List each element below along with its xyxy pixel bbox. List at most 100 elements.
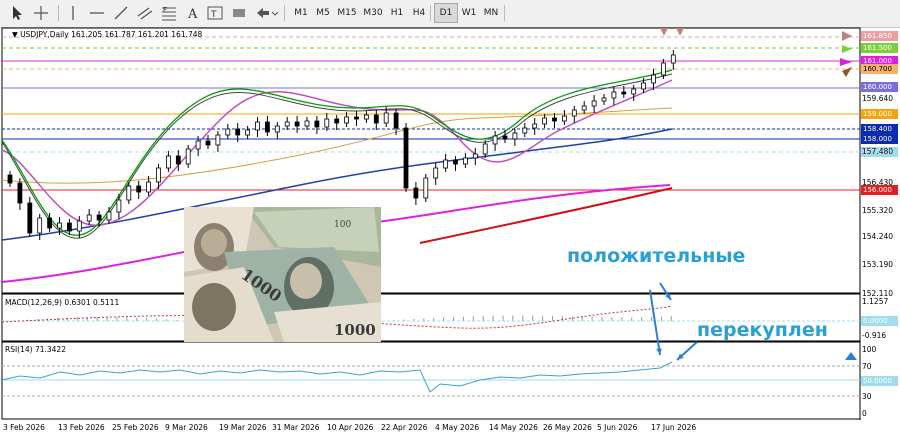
macd-zero-label: 0.0000 <box>861 316 898 326</box>
candle-body <box>423 177 429 199</box>
chart-toolbar: F A T M1 M5 M15 M30 H1 H4 D1 W1 MN <box>0 0 900 28</box>
candle-body <box>57 222 62 229</box>
candle-body <box>334 118 340 124</box>
date-tick: 10 Apr 2026 <box>327 423 374 432</box>
candle-body <box>116 199 122 213</box>
text-label-icon[interactable]: T <box>206 4 224 22</box>
candle-body <box>175 155 181 165</box>
candle-body <box>433 167 439 179</box>
annotation-arrow <box>649 289 661 356</box>
candle-body <box>601 97 607 102</box>
candle-body <box>156 167 161 183</box>
date-tick: 26 May 2026 <box>543 423 592 432</box>
rsi-axis-70: 70 <box>862 362 872 371</box>
trendline-icon[interactable] <box>112 4 130 22</box>
rsi-axis-30: 30 <box>862 392 872 401</box>
date-tick: 25 Feb 2026 <box>112 423 159 432</box>
date-tick: 9 Mar 2026 <box>165 423 208 432</box>
timeframe-h4[interactable]: H4 <box>408 3 430 23</box>
candle-body <box>304 120 310 127</box>
date-tick: 4 May 2026 <box>435 423 480 432</box>
cursor-icon[interactable] <box>8 4 26 22</box>
candle-body <box>7 174 13 184</box>
candle-body <box>383 112 389 124</box>
candle-body <box>86 214 92 222</box>
timeframe-m15[interactable]: M15 <box>334 3 360 23</box>
candle-body <box>522 127 528 134</box>
candle-body <box>225 128 231 136</box>
candle-body <box>651 74 656 84</box>
candle-body <box>284 121 290 127</box>
horizontal-line-icon[interactable] <box>88 4 106 22</box>
macd-axis-bottom: -0.916 <box>862 331 887 340</box>
candle-body <box>571 109 577 117</box>
candle-body <box>661 62 666 76</box>
candle-body <box>492 135 498 145</box>
candle-body <box>274 125 280 133</box>
candle-body <box>413 187 419 199</box>
date-tick: 31 Mar 2026 <box>272 423 320 432</box>
timeframe-m5[interactable]: M5 <box>312 3 334 23</box>
timeframe-m1[interactable]: M1 <box>290 3 312 23</box>
text-icon[interactable]: A <box>184 4 202 22</box>
pointer-arrow-icon <box>676 28 684 36</box>
date-tick: 19 Mar 2026 <box>219 423 267 432</box>
date-tick: 14 May 2026 <box>489 423 538 432</box>
candle-body <box>403 127 409 189</box>
price-chart[interactable] <box>0 27 900 439</box>
moving-average-line <box>1 79 673 226</box>
macd-label: MACD(12,26,9) 0.6301 0.5111 <box>5 298 120 307</box>
chart-header: ▼ USDJPY,Daily 161.205 161.787 161.201 1… <box>12 30 203 39</box>
banknotes-photo: 1000 1000 100 <box>184 207 381 342</box>
candle-body <box>47 217 52 229</box>
pointer-arrow-icon <box>842 31 852 41</box>
candle-body <box>195 140 201 150</box>
candle-body <box>235 128 241 136</box>
price-label: 160.000 <box>861 82 898 92</box>
equidistant-channel-icon[interactable] <box>136 4 154 22</box>
candle-body <box>17 182 23 204</box>
price-label: 161.850 <box>861 31 898 41</box>
timeframe-d1[interactable]: D1 <box>434 3 458 23</box>
date-tick: 3 Feb 2026 <box>3 423 45 432</box>
candle-body <box>146 181 152 193</box>
rsi-axis-0: 0 <box>862 409 867 418</box>
vertical-line-icon[interactable] <box>64 4 82 22</box>
pointer-arrow-icon <box>842 45 852 53</box>
candle-body <box>631 88 637 95</box>
shapes-icon[interactable] <box>230 4 248 22</box>
price-label: 160.700 <box>861 64 898 74</box>
timeframe-m30[interactable]: M30 <box>360 3 386 23</box>
candle-body <box>641 82 646 90</box>
date-tick: 13 Feb 2026 <box>58 423 105 432</box>
crosshair-icon[interactable] <box>32 4 50 22</box>
annotation-overbought: перекуплен <box>697 319 828 341</box>
rsi-label: RSI(14) 71.3422 <box>5 345 66 354</box>
rsi-up-arrow-icon <box>845 352 857 360</box>
timeframe-mn[interactable]: MN <box>480 3 502 23</box>
candle-body <box>314 120 320 128</box>
candle-body <box>670 54 676 64</box>
candle-body <box>363 114 369 120</box>
candle-body <box>215 134 221 146</box>
candle-body <box>443 159 449 169</box>
timeframe-h1[interactable]: H1 <box>386 3 408 23</box>
price-axis-tick: 157.480 <box>862 147 894 156</box>
candle-body <box>324 118 330 128</box>
candle-body <box>532 123 538 129</box>
candle-body <box>344 116 350 124</box>
candle-body <box>37 217 43 234</box>
candle-body <box>393 112 399 129</box>
rsi-axis-50: 50.0000 <box>861 376 898 386</box>
date-tick: 17 Jun 2026 <box>651 423 697 432</box>
chevron-down-icon[interactable] <box>270 4 280 22</box>
candle-body <box>205 140 211 146</box>
price-axis-tick: 153.190 <box>862 260 894 269</box>
price-label: 158.400 <box>861 124 898 134</box>
fibonacci-icon[interactable]: F <box>160 4 178 22</box>
timeframe-w1[interactable]: W1 <box>458 3 480 23</box>
svg-text:T: T <box>210 10 217 20</box>
candle-body <box>27 202 33 234</box>
date-tick: 5 Jun 2026 <box>597 423 638 432</box>
candle-body <box>482 143 488 155</box>
